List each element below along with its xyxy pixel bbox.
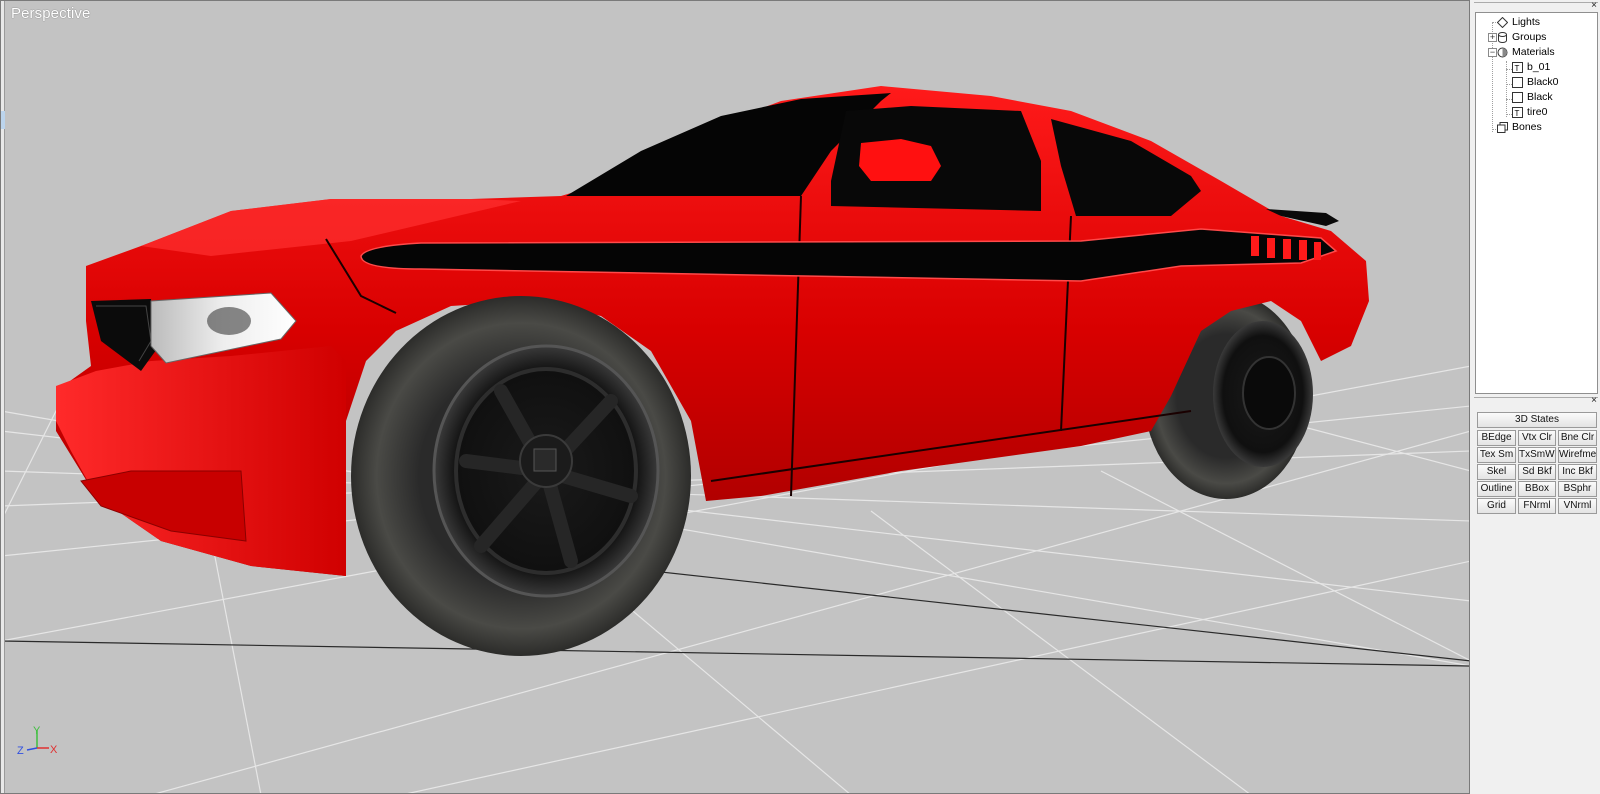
scene-render[interactable]: Y X Z [1, 1, 1470, 794]
svg-text:T: T [1515, 109, 1520, 118]
grid-toggle[interactable]: Grid [1477, 498, 1516, 514]
collapse-materials-toggle[interactable]: − [1488, 48, 1497, 57]
tree-item-label: Materials [1512, 46, 1555, 58]
sd-bkf-toggle[interactable]: Sd Bkf [1518, 464, 1556, 480]
tree-item-black0[interactable]: Black0 [1512, 75, 1559, 90]
fnrml-toggle[interactable]: FNrml [1518, 498, 1556, 514]
tree-item-label: tire0 [1527, 106, 1548, 118]
bsphr-toggle[interactable]: BSphr [1558, 481, 1597, 497]
tree-item-bones[interactable]: Bones [1497, 120, 1542, 135]
svg-text:T: T [1515, 64, 1520, 73]
tree-item-groups[interactable]: Groups [1497, 30, 1546, 45]
bones-icon [1497, 122, 1508, 133]
texture-icon: T [1512, 107, 1523, 118]
vtx-clr-toggle[interactable]: Vtx Clr [1518, 430, 1556, 446]
gizmo-x-label: X [50, 744, 58, 756]
tree-item-label: Groups [1512, 31, 1547, 43]
viewport-left-edge [1, 1, 5, 793]
close-icon[interactable]: × [1591, 396, 1597, 406]
3d-viewport[interactable]: Y X Z Perspective [0, 0, 1470, 794]
cylinder-icon [1497, 32, 1508, 43]
gizmo-y-label: Y [33, 725, 41, 737]
wireframe-toggle[interactable]: Wirefme [1558, 447, 1597, 463]
grid-axis-line [560, 560, 1469, 662]
inc-bkf-toggle[interactable]: Inc Bkf [1558, 464, 1597, 480]
bne-clr-toggle[interactable]: Bne Clr [1558, 430, 1597, 446]
tree-item-label: Lights [1512, 16, 1541, 28]
edge-marker [1, 111, 5, 129]
car-model [56, 86, 1369, 656]
tree-item-label: Black0 [1527, 76, 1559, 88]
gizmo-z-label: Z [17, 745, 24, 757]
tree-panel-header: × [1474, 1, 1598, 12]
sphere-icon [1497, 47, 1508, 58]
tree-item-label: b_01 [1527, 61, 1551, 73]
scene-tree[interactable]: + − Lights Groups Materials T b_01 Black… [1475, 12, 1598, 394]
txsmwr-toggle[interactable]: TxSmWr [1518, 447, 1556, 463]
texture-icon: T [1512, 62, 1523, 73]
states-panel-header: × [1474, 396, 1598, 407]
grid-axis-line [1, 640, 1469, 667]
bbox-toggle[interactable]: BBox [1518, 481, 1556, 497]
tree-item-b_01[interactable]: T b_01 [1512, 60, 1550, 75]
vnrml-toggle[interactable]: VNrml [1558, 498, 1597, 514]
tree-item-tire0[interactable]: T tire0 [1512, 105, 1547, 120]
axis-gizmo: Y X Z [17, 725, 58, 757]
tex-sm-toggle[interactable]: Tex Sm [1477, 447, 1516, 463]
material-square-icon [1512, 77, 1523, 88]
outline-toggle[interactable]: Outline [1477, 481, 1516, 497]
material-square-icon [1512, 92, 1523, 103]
expand-groups-toggle[interactable]: + [1488, 33, 1497, 42]
skel-toggle[interactable]: Skel [1477, 464, 1516, 480]
tree-item-lights[interactable]: Lights [1496, 15, 1541, 30]
tree-item-label: Bones [1512, 121, 1542, 133]
bedge-toggle[interactable]: BEdge [1477, 430, 1516, 446]
tree-item-materials[interactable]: Materials [1497, 45, 1555, 60]
tree-item-black[interactable]: Black [1512, 90, 1553, 105]
close-icon[interactable]: × [1591, 1, 1597, 11]
light-diamond-icon [1496, 16, 1509, 29]
app-window: Y X Z Perspective × + − Lights Groups Ma… [0, 0, 1600, 794]
viewport-label[interactable]: Perspective [11, 5, 90, 22]
side-panels: × + − Lights Groups Materials T b_01 Bla… [1470, 0, 1600, 794]
3d-states-button[interactable]: 3D States [1477, 412, 1597, 428]
tree-item-label: Black [1527, 91, 1553, 103]
